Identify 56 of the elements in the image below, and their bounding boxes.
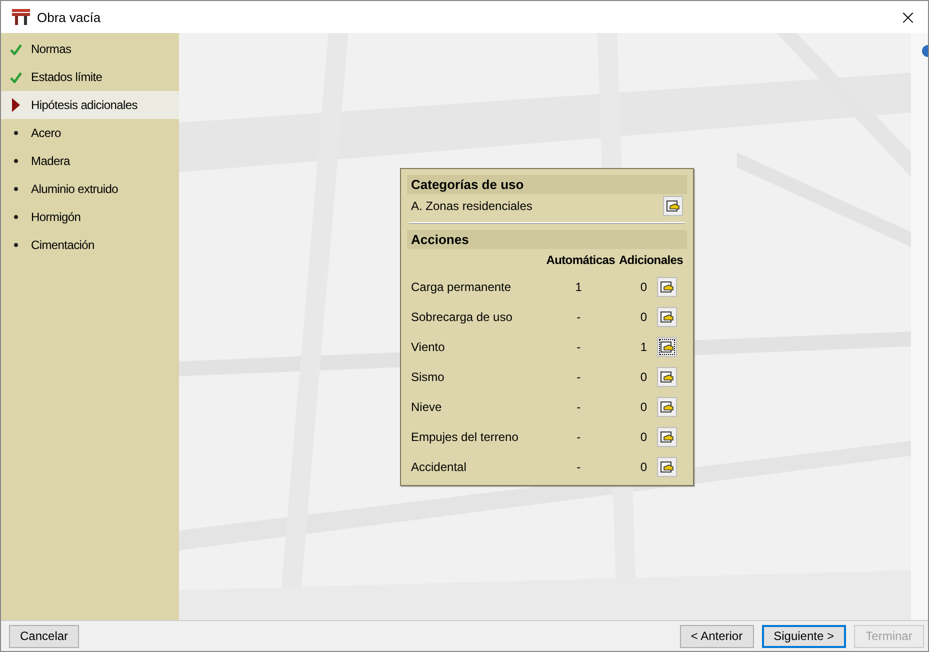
edit-button[interactable]: [657, 277, 677, 297]
section-heading: Categorías de uso: [407, 175, 687, 194]
bullet-icon: [14, 159, 18, 163]
edit-button[interactable]: [663, 196, 683, 216]
action-name: Sobrecarga de uso: [411, 310, 514, 324]
additional-count: 1: [640, 340, 647, 354]
automatic-count: -: [576, 430, 582, 444]
cancel-button[interactable]: Cancelar: [9, 624, 80, 648]
automatic-count: -: [576, 340, 582, 354]
additional-count: 0: [640, 310, 647, 324]
automatic-count: -: [576, 370, 582, 384]
step-item[interactable]: Madera: [1, 147, 179, 175]
step-item[interactable]: Cimentación: [1, 231, 179, 259]
action-name: Viento: [411, 340, 446, 354]
step-item[interactable]: Hormigón: [1, 203, 179, 231]
edit-button[interactable]: [657, 307, 677, 327]
app-icon: [11, 8, 31, 26]
step-item[interactable]: Normas: [1, 35, 179, 63]
automatic-count: 1: [574, 280, 583, 294]
edit-button[interactable]: [657, 457, 677, 477]
edit-button[interactable]: [657, 337, 677, 357]
bullet-icon: [14, 243, 18, 247]
step-item[interactable]: Aluminio extruido: [1, 175, 179, 203]
column-header: Adicionales: [618, 253, 683, 267]
step-item[interactable]: Acero: [1, 119, 179, 147]
automatic-count: -: [576, 400, 582, 414]
action-name: Accidental: [411, 460, 468, 474]
bullet-icon: [14, 187, 18, 191]
additional-count: 0: [640, 430, 647, 444]
bullet-icon: [14, 131, 18, 135]
automatic-count: -: [576, 310, 582, 324]
action-name: Sismo: [411, 370, 446, 384]
check-icon: [10, 44, 22, 54]
action-name: Carga permanente: [411, 280, 512, 294]
action-name: Empujes del terreno: [411, 430, 520, 444]
wizard-button[interactable]: Siguiente >: [762, 624, 846, 648]
additional-count: 0: [640, 460, 647, 474]
window-title: Obra vacía: [37, 10, 101, 24]
additional-count: 0: [640, 400, 647, 414]
additional-count: 0: [640, 280, 647, 294]
close-button[interactable]: ×: [888, 1, 928, 33]
edit-button[interactable]: [657, 367, 677, 387]
check-icon: [10, 72, 22, 82]
step-item[interactable]: Hipótesis adicionales: [1, 91, 179, 119]
action-name: Nieve: [411, 400, 443, 414]
edit-button[interactable]: [657, 397, 677, 417]
automatic-count: -: [576, 460, 582, 474]
category-value: A. Zonas residenciales: [411, 199, 532, 213]
step-item[interactable]: Estados límite: [1, 63, 179, 91]
wizard-button[interactable]: < Anterior: [680, 624, 754, 648]
bullet-icon: [14, 215, 18, 219]
section-heading: Acciones: [407, 230, 687, 249]
column-header: Automáticas: [545, 253, 615, 267]
triangle-icon: [12, 98, 20, 112]
edit-button[interactable]: [657, 427, 677, 447]
additional-count: 0: [640, 370, 647, 384]
